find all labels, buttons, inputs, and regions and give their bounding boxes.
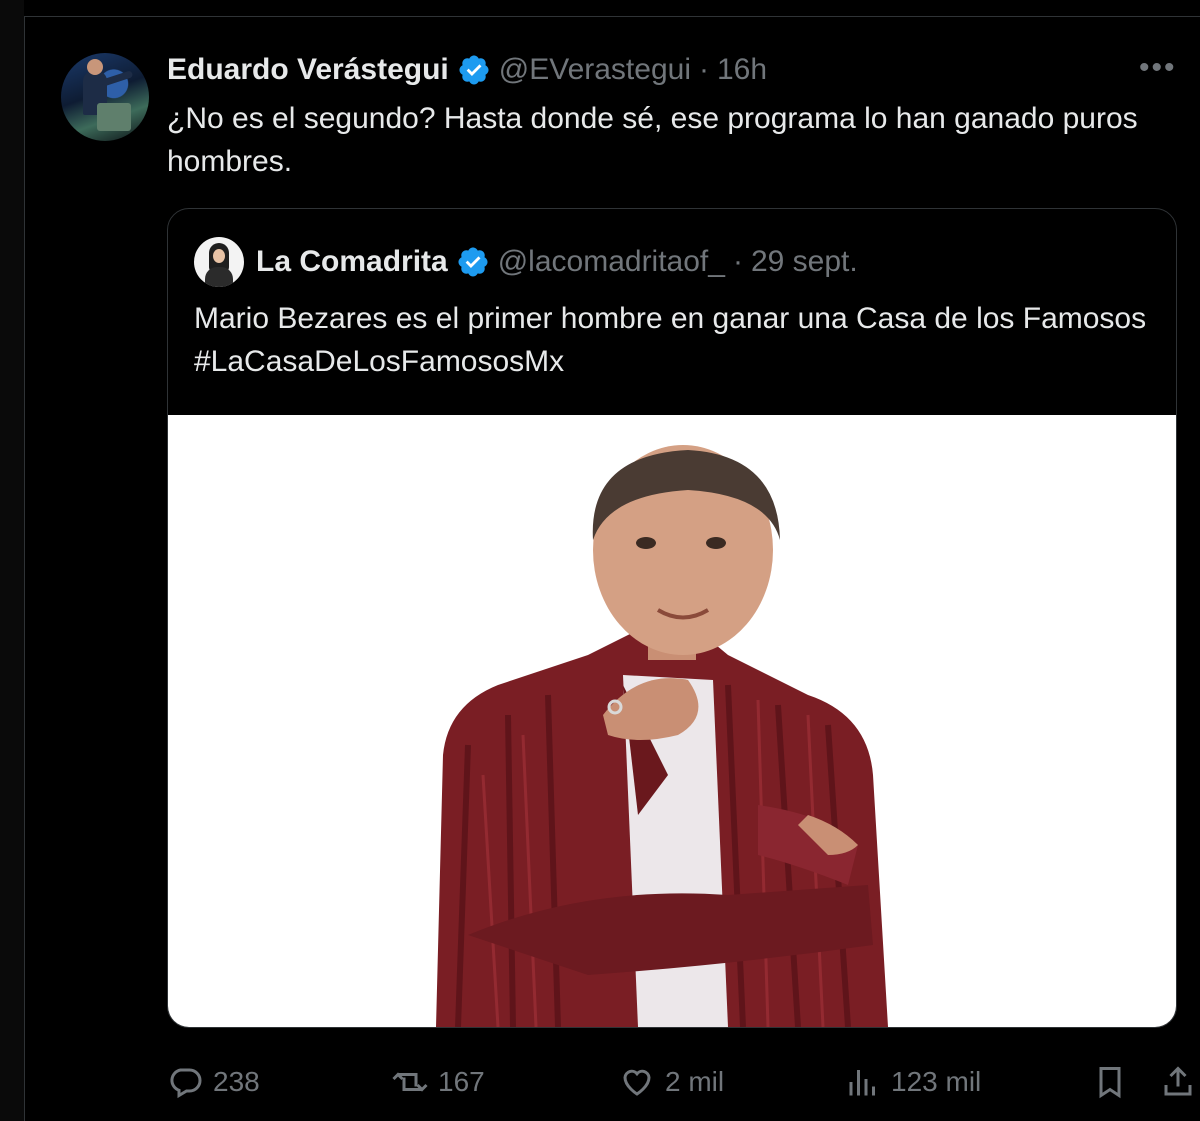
share-button[interactable] — [1160, 1057, 1196, 1107]
quoted-avatar-body — [205, 267, 233, 287]
post-header: Eduardo Verástegui @EVerastegui · 16h — [167, 50, 767, 90]
quoted-post-text: Mario Bezares es el primer hombre en gan… — [194, 302, 1147, 378]
verified-badge-icon[interactable] — [456, 245, 490, 279]
reply-count: 238 — [213, 1066, 260, 1097]
avatar-head — [87, 59, 103, 75]
quoted-post-image[interactable] — [168, 415, 1176, 1027]
like-button[interactable]: 2 mil — [619, 1057, 724, 1107]
quoted-author-avatar[interactable] — [194, 237, 244, 287]
verified-badge-icon[interactable] — [457, 53, 491, 87]
author-name[interactable]: Eduardo Verástegui — [167, 53, 449, 87]
repost-icon — [392, 1072, 428, 1092]
like-icon — [623, 1069, 651, 1096]
post-text: ¿No es el segundo? Hasta donde sé, ese p… — [167, 102, 1138, 178]
more-icon[interactable]: ••• — [1139, 51, 1177, 85]
reply-icon — [170, 1068, 202, 1099]
quoted-avatar-face — [213, 249, 225, 263]
quoted-author-name[interactable]: La Comadrita — [256, 245, 448, 279]
separator-dot: · — [698, 53, 709, 86]
bookmark-button[interactable] — [1092, 1057, 1128, 1107]
repost-count: 167 — [438, 1066, 485, 1097]
author-avatar[interactable] — [61, 53, 149, 141]
avatar-podium — [97, 103, 131, 131]
share-icon — [1164, 1066, 1192, 1096]
quoted-post-date[interactable]: 29 sept. — [751, 245, 858, 279]
quoted-header: La Comadrita @lacomadritaof_ · 29 sept. — [194, 235, 858, 289]
view-count: 123 mil — [891, 1066, 982, 1097]
reply-button[interactable]: 238 — [167, 1057, 260, 1107]
man-portrait-illustration — [436, 445, 888, 1027]
author-handle[interactable]: @EVerastegui — [499, 53, 691, 87]
post-time[interactable]: 16h — [717, 53, 767, 87]
repost-button[interactable]: 167 — [392, 1057, 485, 1107]
action-bar: 238 167 2 mil 123 mil — [167, 1057, 1200, 1107]
quoted-author-handle[interactable]: @lacomadritaof_ — [498, 245, 725, 279]
avatar-arm — [100, 70, 134, 87]
like-count: 2 mil — [665, 1066, 725, 1097]
left-gutter — [0, 0, 24, 1121]
views-icon — [849, 1070, 875, 1096]
post[interactable]: Eduardo Verástegui @EVerastegui · 16h ••… — [24, 17, 1200, 1121]
quoted-post[interactable]: La Comadrita @lacomadritaof_ · 29 sept. … — [167, 208, 1177, 1028]
bookmark-icon — [1099, 1067, 1121, 1099]
separator-dot: · — [732, 245, 743, 278]
previous-post-divider — [24, 0, 1200, 17]
views-button[interactable]: 123 mil — [845, 1057, 981, 1107]
